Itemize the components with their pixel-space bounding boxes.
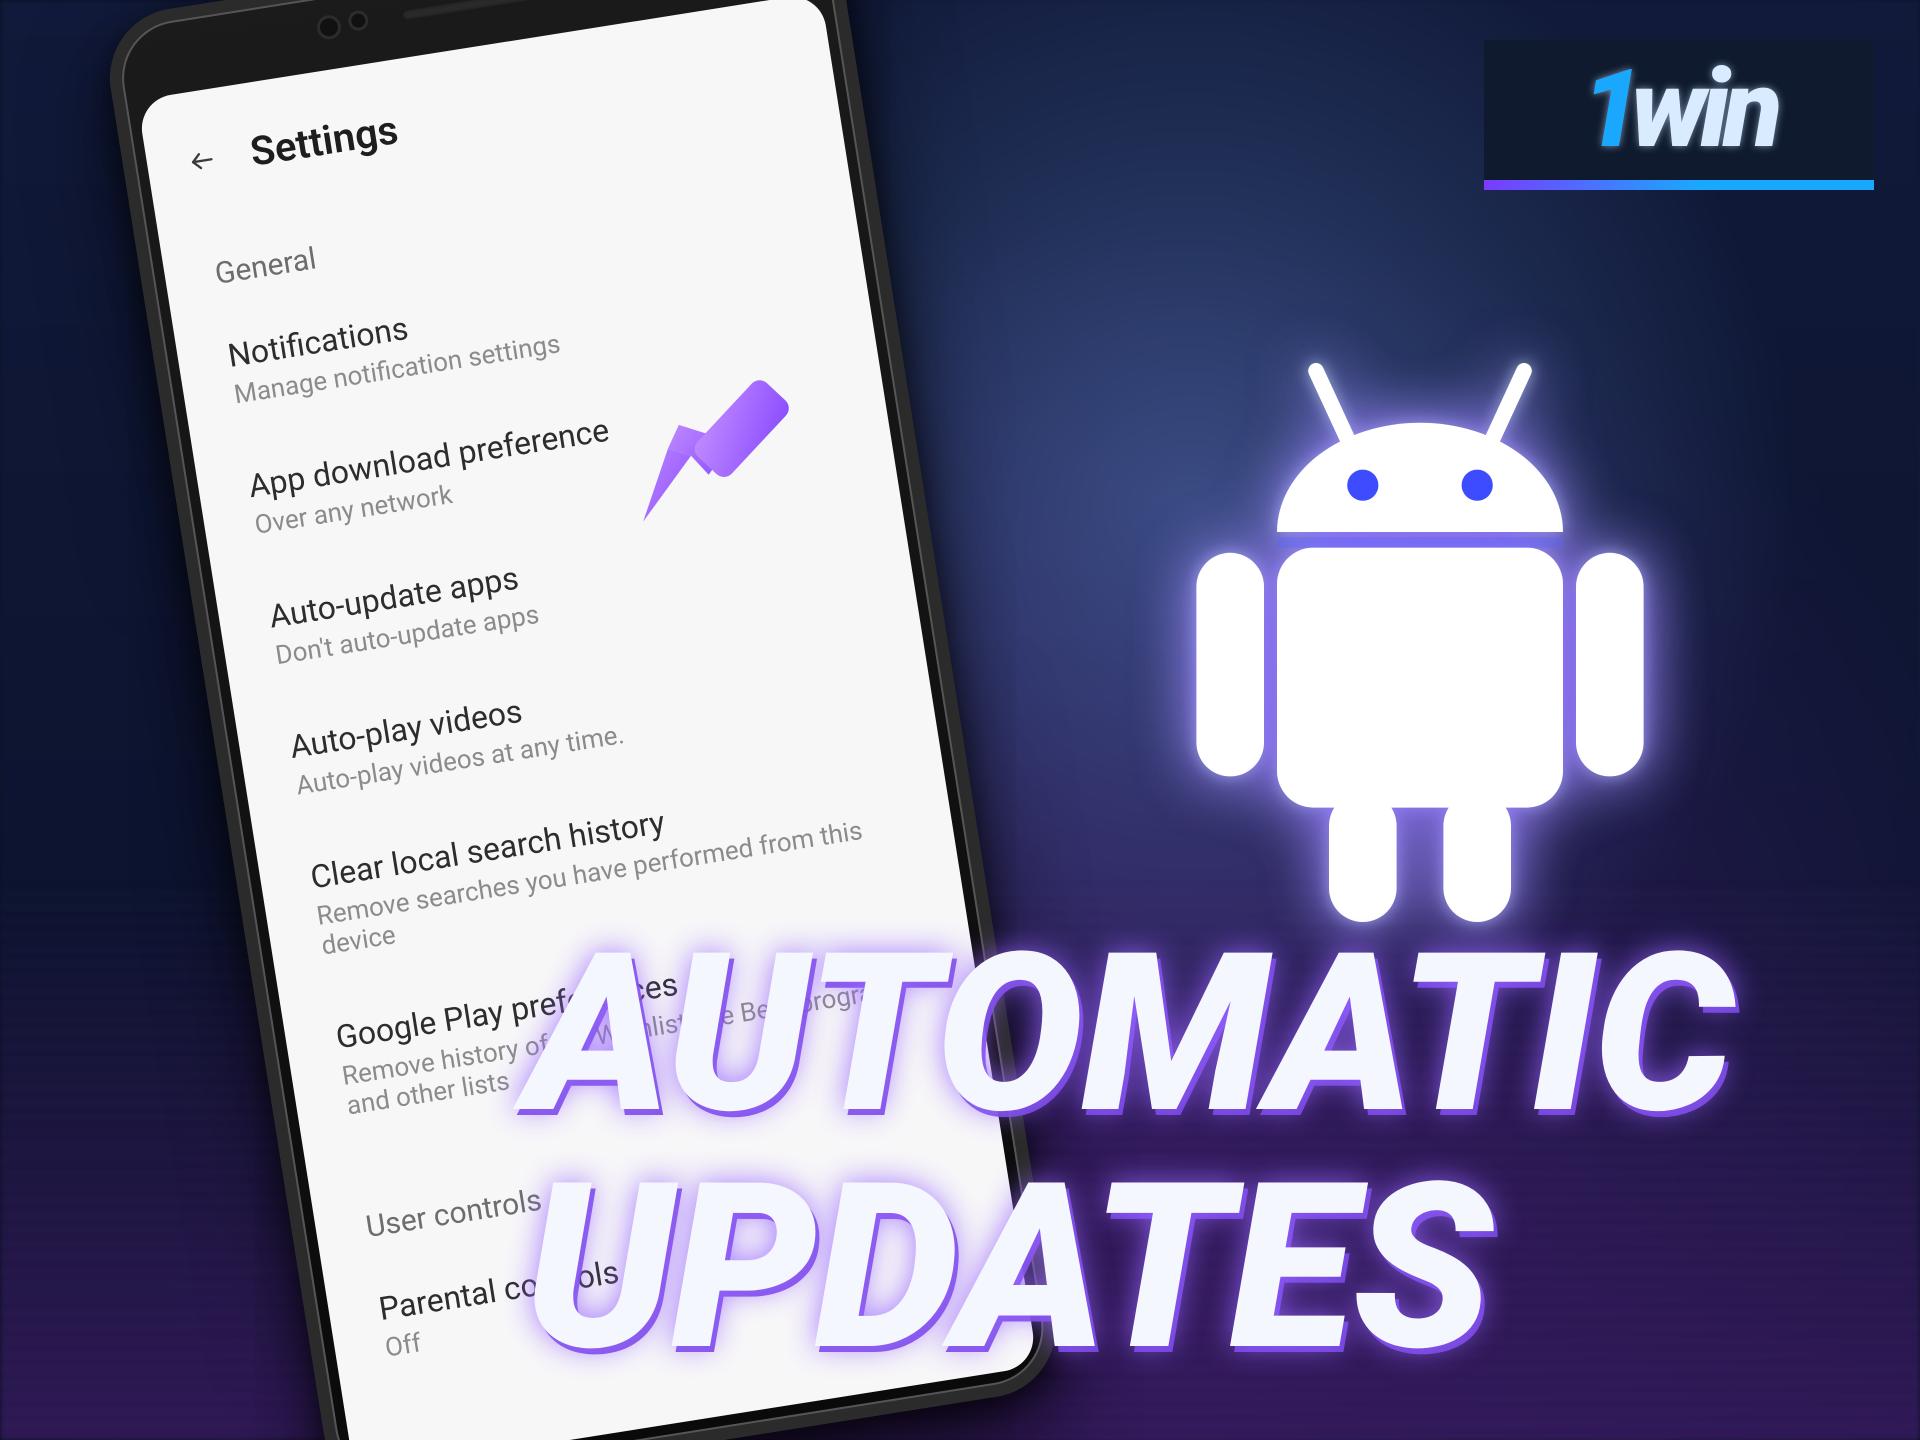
brand-logo: 1win xyxy=(1484,40,1874,180)
brand-logo-one: 1 xyxy=(1582,47,1637,173)
callout-arrow-icon xyxy=(603,358,809,564)
promo-caption-line-1: AUTOMATIC xyxy=(525,930,1732,1139)
promo-caption-line-2: UPDATES xyxy=(525,1160,1490,1379)
settings-title: Settings xyxy=(247,106,401,176)
brand-logo-underline xyxy=(1484,180,1874,190)
back-arrow-icon[interactable] xyxy=(185,143,219,177)
brand-logo-win: win xyxy=(1630,47,1776,173)
android-robot-icon xyxy=(1160,350,1680,950)
